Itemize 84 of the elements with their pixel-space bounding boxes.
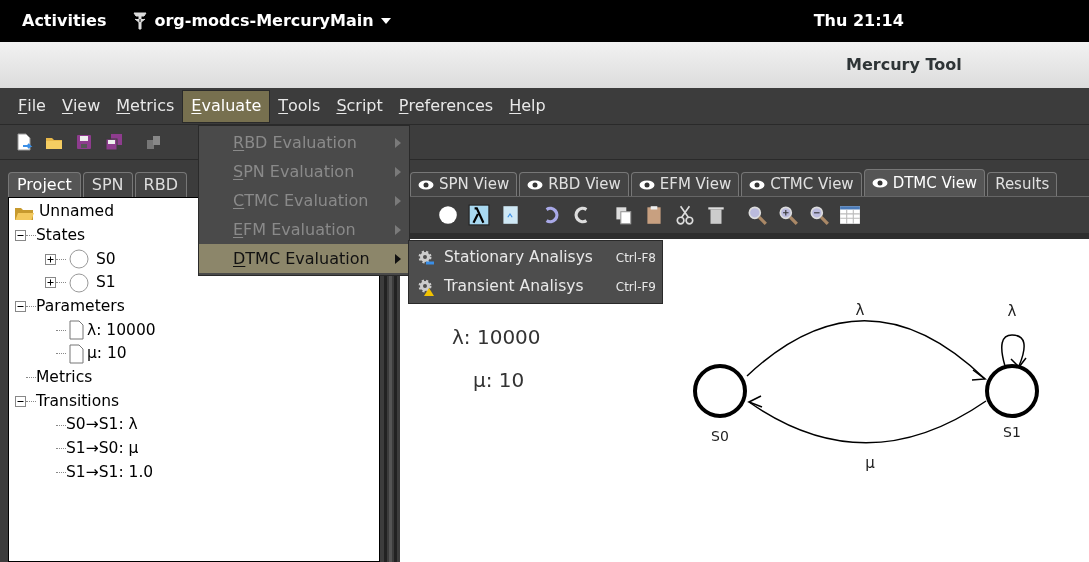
clock[interactable]: Thu 21:14 [813, 9, 904, 33]
zoom-icon[interactable] [746, 204, 768, 226]
submenu-arrow-icon [395, 137, 401, 148]
tree-item[interactable]: Metrics [36, 366, 93, 390]
tree-item[interactable]: Parameters [36, 294, 125, 319]
expand-icon[interactable] [45, 253, 56, 265]
tree-item[interactable]: Transitions [36, 389, 120, 413]
tree-item[interactable]: S1→S0: μ [66, 437, 139, 461]
collapse-icon[interactable] [15, 301, 26, 313]
table-icon[interactable] [839, 204, 861, 226]
state-label: S0 [711, 428, 729, 444]
new-file-icon[interactable] [14, 132, 34, 152]
transition-label: λ [1007, 302, 1017, 320]
circle-icon [69, 272, 89, 293]
expand-icon[interactable] [45, 277, 56, 289]
menu-item[interactable]: Evaluate [182, 89, 271, 123]
menu-item[interactable]: Stationary Analisys Ctrl-F8 [409, 243, 662, 272]
document-icon [69, 320, 84, 341]
circle-tool-icon[interactable] [437, 204, 459, 226]
menu-item[interactable]: View [53, 89, 109, 123]
eye-icon [871, 178, 888, 188]
panel-tab[interactable]: Project [8, 172, 81, 197]
parameter-label: μ: 10 [473, 367, 525, 394]
eye-icon [527, 179, 544, 190]
activities-button[interactable]: Activities [22, 9, 107, 33]
zoom-in-icon[interactable] [777, 204, 799, 226]
tree-item[interactable]: States [36, 223, 86, 248]
transition-arrow[interactable] [746, 320, 988, 381]
dropdown-icon [379, 17, 392, 25]
trash-icon[interactable] [705, 204, 727, 226]
tree-item[interactable]: S0 [96, 247, 116, 271]
submenu-arrow-icon [395, 224, 401, 235]
submenu-arrow-icon [395, 253, 401, 264]
tree-item[interactable]: μ: 10 [87, 342, 127, 366]
transition-arrow[interactable] [747, 395, 987, 444]
transition-label: λ [855, 301, 865, 319]
transition-arrow[interactable] [1001, 334, 1027, 369]
circle-icon [69, 249, 89, 270]
tree-item[interactable]: S1→S1: 1.0 [66, 460, 154, 485]
menu-item[interactable]: Tools [270, 89, 329, 123]
app-menu[interactable]: org-modcs-MercuryMain [154, 9, 374, 33]
scissors-icon[interactable] [674, 204, 696, 226]
zoom-out-icon[interactable] [808, 204, 830, 226]
tree-item[interactable]: S0→S1: λ [66, 413, 138, 437]
menu-item[interactable]: File [10, 89, 54, 123]
menu-item[interactable]: DTMC Evaluation [199, 244, 409, 273]
submenu-arrow-icon [395, 166, 401, 177]
lambda-tool-icon[interactable] [468, 204, 490, 226]
state-node[interactable] [693, 364, 747, 418]
menu-item[interactable]: Preferences [390, 89, 502, 123]
shortcut-text: Ctrl-F9 [615, 278, 656, 296]
eye-icon [749, 179, 766, 190]
app-icon [132, 11, 149, 31]
eye-icon [418, 179, 434, 190]
menu-item[interactable]: Help [501, 89, 554, 123]
document-icon [69, 343, 84, 364]
submenu-arrow-icon [395, 195, 401, 206]
tree-item[interactable]: λ: 10000 [87, 318, 156, 342]
shortcut-text: Ctrl-F8 [615, 249, 656, 267]
eye-icon [638, 179, 655, 190]
state-node[interactable] [985, 364, 1039, 418]
view-tab[interactable]: SPN View [410, 172, 518, 196]
view-tab[interactable]: RBD View [519, 172, 629, 196]
menu-item[interactable]: Transient Analisys Ctrl-F9 [409, 272, 662, 301]
view-tab[interactable]: DTMC View [863, 169, 986, 196]
transition-label: μ [865, 454, 875, 472]
gear-icon [417, 248, 435, 267]
window-title: Mercury Tool [846, 54, 962, 76]
view-tab[interactable]: Results [987, 172, 1058, 196]
tree-item[interactable]: S1 [96, 271, 116, 295]
save-icon[interactable] [74, 132, 94, 152]
tree-item[interactable]: Unnamed [39, 200, 114, 224]
menu-item[interactable]: Metrics [108, 89, 183, 123]
panel-tab[interactable]: RBD [134, 172, 187, 197]
panel-tab[interactable]: SPN [82, 172, 133, 197]
collapse-icon[interactable] [15, 230, 26, 242]
parameter-label: λ: 10000 [452, 324, 541, 351]
view-tab[interactable]: EFM View [630, 172, 740, 196]
collapse-icon[interactable] [15, 395, 26, 407]
gear-warning-icon [417, 277, 435, 296]
save-all-icon[interactable] [104, 132, 124, 152]
menu-item[interactable]: Script [328, 89, 391, 123]
view-tab[interactable]: CTMC View [741, 172, 862, 196]
state-label: S1 [1003, 424, 1021, 440]
